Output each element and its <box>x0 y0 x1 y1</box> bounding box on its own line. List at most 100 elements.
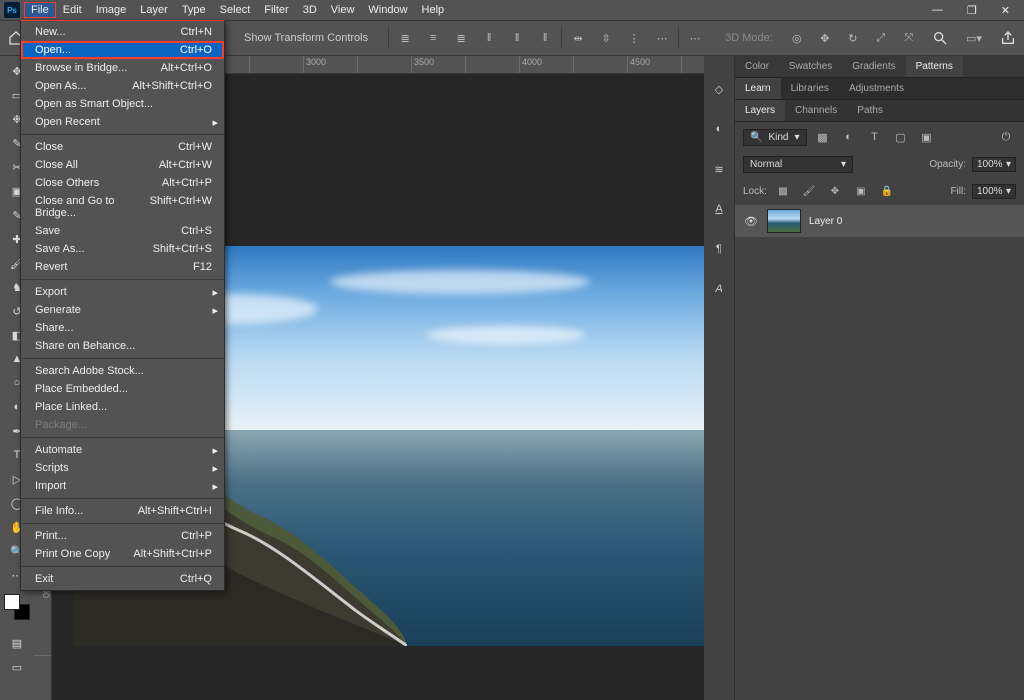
menu-item-file-info[interactable]: File Info...Alt+Shift+Ctrl+I <box>21 502 224 520</box>
align-top-icon[interactable]: ‖ <box>479 28 499 48</box>
menu-help[interactable]: Help <box>415 2 452 18</box>
menu-item-open-as[interactable]: Open As...Alt+Shift+Ctrl+O <box>21 77 224 95</box>
align-left-icon[interactable]: ≣ <box>395 28 415 48</box>
properties-panel-icon[interactable]: ◇ <box>708 78 730 100</box>
character-panel-icon[interactable]: A <box>708 198 730 220</box>
menu-item-generate[interactable]: Generate▸ <box>21 301 224 319</box>
menu-item-export[interactable]: Export▸ <box>21 283 224 301</box>
lock-transparent-icon[interactable]: ▩ <box>773 181 793 201</box>
menu-item-scripts[interactable]: Scripts▸ <box>21 459 224 477</box>
distribute-h-icon[interactable]: ⇹ <box>568 28 588 48</box>
blend-mode-dropdown[interactable]: Normal ▾ <box>743 156 853 173</box>
close-icon[interactable]: ✕ <box>1001 4 1010 17</box>
tab-layers[interactable]: Layers <box>735 100 785 121</box>
menu-item-revert[interactable]: RevertF12 <box>21 258 224 276</box>
minimize-icon[interactable]: — <box>932 4 943 17</box>
filter-pixel-icon[interactable]: ▩ <box>813 127 833 147</box>
filter-toggle-icon[interactable]: ⏻ <box>996 127 1016 147</box>
menu-item-close[interactable]: CloseCtrl+W <box>21 138 224 156</box>
menu-item-share[interactable]: Share... <box>21 319 224 337</box>
3d-pan-icon[interactable]: ✥ <box>815 28 835 48</box>
menu-separator <box>21 566 224 567</box>
3d-roll-icon[interactable]: ↻ <box>843 28 863 48</box>
menu-item-print-one-copy[interactable]: Print One CopyAlt+Shift+Ctrl+P <box>21 545 224 563</box>
menu-item-new[interactable]: New...Ctrl+N <box>21 23 224 41</box>
search-icon[interactable] <box>930 28 950 48</box>
menu-file[interactable]: File <box>24 2 56 18</box>
menu-item-open-as-smart-object[interactable]: Open as Smart Object... <box>21 95 224 113</box>
menu-type[interactable]: Type <box>175 2 213 18</box>
workspace-icon[interactable]: ▭▾ <box>964 28 984 48</box>
fill-field[interactable]: 100%▾ <box>972 184 1016 199</box>
brushes-panel-icon[interactable]: ≋ <box>708 158 730 180</box>
menu-filter[interactable]: Filter <box>257 2 295 18</box>
lock-image-icon[interactable]: 🖌 <box>799 181 819 201</box>
menu-edit[interactable]: Edit <box>56 2 89 18</box>
lock-artboard-icon[interactable]: ▣ <box>851 181 871 201</box>
more-options-icon[interactable]: ⋯ <box>685 28 705 48</box>
align-bottom-icon[interactable]: ‖ <box>535 28 555 48</box>
3d-orbit-icon[interactable]: ◎ <box>787 28 807 48</box>
layer-item[interactable]: 👁 Layer 0 <box>735 205 1024 237</box>
paragraph-panel-icon[interactable]: ¶ <box>708 238 730 260</box>
3d-slide-icon[interactable]: ⤢ <box>871 28 891 48</box>
tab-patterns[interactable]: Patterns <box>906 56 963 77</box>
restore-icon[interactable]: ❐ <box>967 4 977 17</box>
menu-select[interactable]: Select <box>213 2 258 18</box>
layer-filter-dropdown[interactable]: 🔍 Kind ▾ <box>743 129 807 146</box>
screen-mode-icon[interactable]: ▭ <box>3 656 31 678</box>
menu-item-import[interactable]: Import▸ <box>21 477 224 495</box>
menu-item-save-as[interactable]: Save As...Shift+Ctrl+S <box>21 240 224 258</box>
align-right-icon[interactable]: ≣ <box>451 28 471 48</box>
menu-layer[interactable]: Layer <box>133 2 175 18</box>
menu-window[interactable]: Window <box>361 2 414 18</box>
menu-item-close-all[interactable]: Close AllAlt+Ctrl+W <box>21 156 224 174</box>
tab-gradients[interactable]: Gradients <box>842 56 905 77</box>
menu-item-share-on-behance[interactable]: Share on Behance... <box>21 337 224 355</box>
menu-item-exit[interactable]: ExitCtrl+Q <box>21 570 224 588</box>
share-icon[interactable] <box>998 28 1018 48</box>
distribute-spacing-icon[interactable]: ⋮ <box>624 28 644 48</box>
menu-item-close-and-go-to-bridge[interactable]: Close and Go to Bridge...Shift+Ctrl+W <box>21 192 224 222</box>
filter-adjust-icon[interactable]: ◐ <box>839 127 859 147</box>
menu-item-place-embedded[interactable]: Place Embedded... <box>21 380 224 398</box>
layer-visibility-icon[interactable]: 👁 <box>743 215 759 228</box>
menu-item-automate[interactable]: Automate▸ <box>21 441 224 459</box>
menu-view[interactable]: View <box>324 2 362 18</box>
menu-item-save[interactable]: SaveCtrl+S <box>21 222 224 240</box>
menu-item-open[interactable]: Open...Ctrl+O <box>21 41 224 59</box>
menu-3d[interactable]: 3D <box>296 2 324 18</box>
tab-color[interactable]: Color <box>735 56 779 77</box>
menu-item-browse-in-bridge[interactable]: Browse in Bridge...Alt+Ctrl+O <box>21 59 224 77</box>
color-swatches[interactable] <box>4 594 30 620</box>
3d-scale-icon[interactable]: ⤧ <box>899 28 919 48</box>
filter-shape-icon[interactable]: ▢ <box>891 127 911 147</box>
distribute-spacing2-icon[interactable]: ⋯ <box>652 28 672 48</box>
align-center-h-icon[interactable]: ≡ <box>423 28 443 48</box>
layer-thumbnail[interactable] <box>767 209 801 233</box>
menu-item-search-adobe-stock[interactable]: Search Adobe Stock... <box>21 362 224 380</box>
lock-all-icon[interactable]: 🔒 <box>877 181 897 201</box>
tab-swatches[interactable]: Swatches <box>779 56 842 77</box>
align-center-v-icon[interactable]: ‖ <box>507 28 527 48</box>
layer-name[interactable]: Layer 0 <box>809 216 842 227</box>
menu-item-close-others[interactable]: Close OthersAlt+Ctrl+P <box>21 174 224 192</box>
filter-type-icon[interactable]: T <box>865 127 885 147</box>
tab-paths[interactable]: Paths <box>847 100 893 121</box>
menu-image[interactable]: Image <box>89 2 134 18</box>
lock-position-icon[interactable]: ✥ <box>825 181 845 201</box>
tab-channels[interactable]: Channels <box>785 100 847 121</box>
tab-adjustments[interactable]: Adjustments <box>839 78 914 99</box>
distribute-v-icon[interactable]: ⇳ <box>596 28 616 48</box>
tab-learn[interactable]: Learn <box>735 78 781 99</box>
glyphs-panel-icon[interactable]: A <box>708 278 730 300</box>
tab-libraries[interactable]: Libraries <box>781 78 839 99</box>
menu-item-place-linked[interactable]: Place Linked... <box>21 398 224 416</box>
adjustments-panel-icon[interactable]: ◐ <box>708 118 730 140</box>
quick-mask-icon[interactable]: ▤ <box>3 632 31 654</box>
menu-item-print[interactable]: Print...Ctrl+P <box>21 527 224 545</box>
opacity-field[interactable]: 100%▾ <box>972 157 1016 172</box>
foreground-swatch[interactable] <box>4 594 20 610</box>
menu-item-open-recent[interactable]: Open Recent▸ <box>21 113 224 131</box>
filter-smart-icon[interactable]: ▣ <box>917 127 937 147</box>
